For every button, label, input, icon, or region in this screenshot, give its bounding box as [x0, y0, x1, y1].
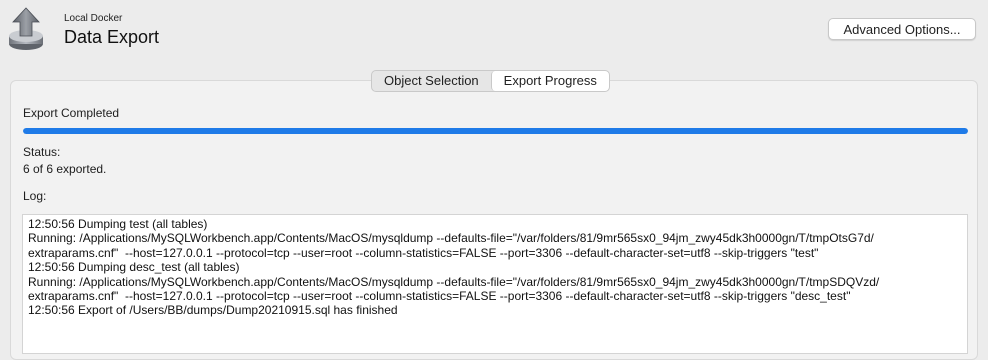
status-value: 6 of 6 exported.: [23, 162, 107, 176]
log-line: extraparams.cnf" --host=127.0.0.1 --prot…: [28, 245, 819, 260]
tab-object-selection[interactable]: Object Selection: [372, 71, 491, 91]
progress-bar: [23, 128, 968, 134]
log-line: extraparams.cnf" --host=127.0.0.1 --prot…: [28, 289, 851, 304]
progress-bar-fill: [23, 128, 968, 134]
tab-export-progress[interactable]: Export Progress: [490, 71, 609, 91]
log-line: Running: /Applications/MySQLWorkbench.ap…: [28, 231, 874, 246]
log-line: 12:50:56 Dumping desc_test (all tables): [28, 260, 240, 275]
status-label: Status:: [23, 145, 61, 159]
log-textarea[interactable]: 12:50:56 Dumping test (all tables) Runni…: [22, 214, 968, 354]
header: Local Docker Data Export Advanced Option…: [0, 0, 988, 64]
tab-bar: Object Selection Export Progress: [371, 70, 610, 92]
log-line: 12:50:56 Dumping test (all tables): [28, 217, 208, 231]
data-export-icon: [9, 7, 43, 50]
log-label: Log:: [23, 189, 47, 203]
log-line: 12:50:56 Export of /Users/BB/dumps/Dump2…: [28, 303, 398, 318]
advanced-options-button[interactable]: Advanced Options...: [828, 18, 976, 40]
log-line: Running: /Applications/MySQLWorkbench.ap…: [28, 274, 880, 289]
progress-heading: Export Completed: [23, 106, 120, 120]
page-title: Data Export: [64, 27, 160, 47]
connection-name: Local Docker: [64, 13, 123, 24]
